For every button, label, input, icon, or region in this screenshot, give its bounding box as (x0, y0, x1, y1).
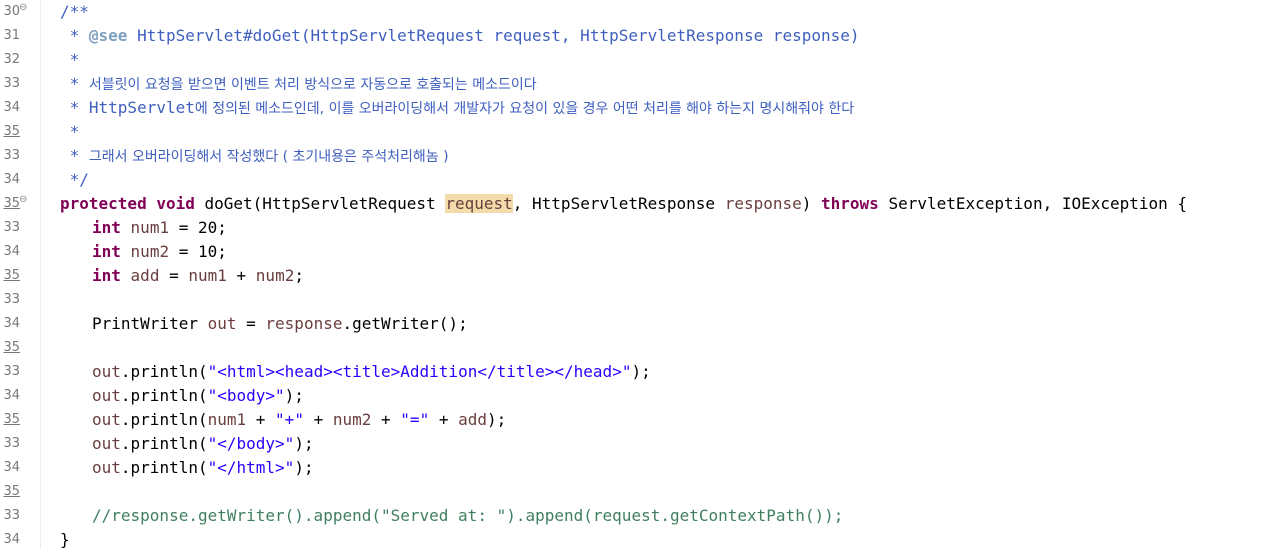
code-line[interactable]: 34 int num2 = 10; (0, 240, 1283, 264)
code-line[interactable]: 31 * @see HttpServlet#doGet(HttpServletR… (0, 24, 1283, 48)
fold-collapse-icon[interactable]: ⊖ (19, 1, 27, 15)
code-text: } (60, 530, 70, 549)
code-line[interactable]: 34 out.println("<body>"); (0, 384, 1283, 408)
code-line[interactable]: 34 out.println("</html>"); (0, 456, 1283, 480)
code-line[interactable]: 35 int add = num1 + num2; (0, 264, 1283, 288)
code-line[interactable]: 30 ⊖ /** (0, 0, 1283, 24)
code-line[interactable]: 35 ⊖ protected void doGet(HttpServletReq… (0, 192, 1283, 216)
code-line[interactable]: 33 (0, 288, 1283, 312)
code-text: */ (60, 170, 89, 189)
code-line[interactable]: 33 out.println("<html><head><title>Addit… (0, 360, 1283, 384)
code-line[interactable]: 33 int num1 = 20; (0, 216, 1283, 240)
line-number: 30 (3, 4, 20, 19)
code-line[interactable]: 34 */ (0, 168, 1283, 192)
line-number: 33 (3, 148, 20, 163)
line-number: 31 (3, 28, 20, 43)
code-text: out.println("</html>"); (92, 458, 314, 477)
line-number: 33 (3, 436, 20, 451)
code-line[interactable]: 33 //response.getWriter().append("Served… (0, 504, 1283, 528)
line-number: 33 (3, 292, 20, 307)
line-number: 34 (3, 388, 20, 403)
code-line[interactable]: 34 PrintWriter out = response.getWriter(… (0, 312, 1283, 336)
line-number: 33 (3, 364, 20, 379)
code-line[interactable]: 35 (0, 336, 1283, 360)
line-number: 34 (3, 532, 20, 547)
code-line[interactable]: 32 * (0, 48, 1283, 72)
code-text: * (60, 122, 80, 141)
code-line[interactable]: 33 * 그래서 오버라이딩해서 작성했다 ( 초기내용은 주석처리해놈 ) (0, 144, 1283, 168)
code-text: out.println("<html><head><title>Addition… (92, 362, 651, 381)
code-line[interactable]: 35 * (0, 120, 1283, 144)
line-number: 35 (3, 268, 20, 283)
line-number: 35 (3, 412, 20, 427)
code-line[interactable]: 34 * HttpServlet에 정의된 메소드인데, 이를 오버라이딩해서 … (0, 96, 1283, 120)
fold-collapse-icon[interactable]: ⊖ (19, 193, 27, 207)
code-line[interactable]: 35 (0, 480, 1283, 504)
code-text: * 그래서 오버라이딩해서 작성했다 ( 초기내용은 주석처리해놈 ) (60, 146, 449, 165)
code-text: int num2 = 10; (92, 242, 227, 261)
code-text: out.println("<body>"); (92, 386, 304, 405)
code-text: int add = num1 + num2; (92, 266, 304, 285)
code-text: * HttpServlet에 정의된 메소드인데, 이를 오버라이딩해서 개발자… (60, 98, 855, 117)
code-text: * 서블릿이 요청을 받으면 이벤트 처리 방식으로 자동으로 호출되는 메소드… (60, 74, 537, 93)
line-number: 32 (3, 52, 20, 67)
code-line[interactable]: 33 * 서블릿이 요청을 받으면 이벤트 처리 방식으로 자동으로 호출되는 … (0, 72, 1283, 96)
code-line[interactable]: 33 out.println("</body>"); (0, 432, 1283, 456)
code-text: * (60, 50, 80, 69)
line-number: 34 (3, 100, 20, 115)
code-editor[interactable]: 30 ⊖ /** 31 * @see HttpServlet#doGet(Htt… (0, 0, 1283, 549)
code-text: * @see HttpServlet#doGet(HttpServletRequ… (60, 26, 860, 45)
occurrence-highlight: request (445, 194, 513, 213)
line-number: 35 (3, 196, 20, 211)
code-text: //response.getWriter().append("Served at… (92, 506, 844, 525)
line-number: 33 (3, 508, 20, 523)
code-text: PrintWriter out = response.getWriter(); (92, 314, 468, 333)
code-line[interactable]: 34 } (0, 528, 1283, 552)
line-number: 34 (3, 460, 20, 475)
code-text: out.println("</body>"); (92, 434, 314, 453)
line-number: 35 (3, 124, 20, 139)
line-number: 35 (3, 340, 20, 355)
code-text: protected void doGet(HttpServletRequest … (60, 194, 1188, 213)
line-number: 34 (3, 172, 20, 187)
line-number: 34 (3, 316, 20, 331)
code-text: out.println(num1 + "+" + num2 + "=" + ad… (92, 410, 507, 429)
line-number: 33 (3, 220, 20, 235)
line-number: 34 (3, 244, 20, 259)
line-number: 33 (3, 76, 20, 91)
code-line[interactable]: 35 out.println(num1 + "+" + num2 + "=" +… (0, 408, 1283, 432)
code-text: /** (60, 2, 89, 21)
line-number: 35 (3, 484, 20, 499)
code-text: int num1 = 20; (92, 218, 227, 237)
